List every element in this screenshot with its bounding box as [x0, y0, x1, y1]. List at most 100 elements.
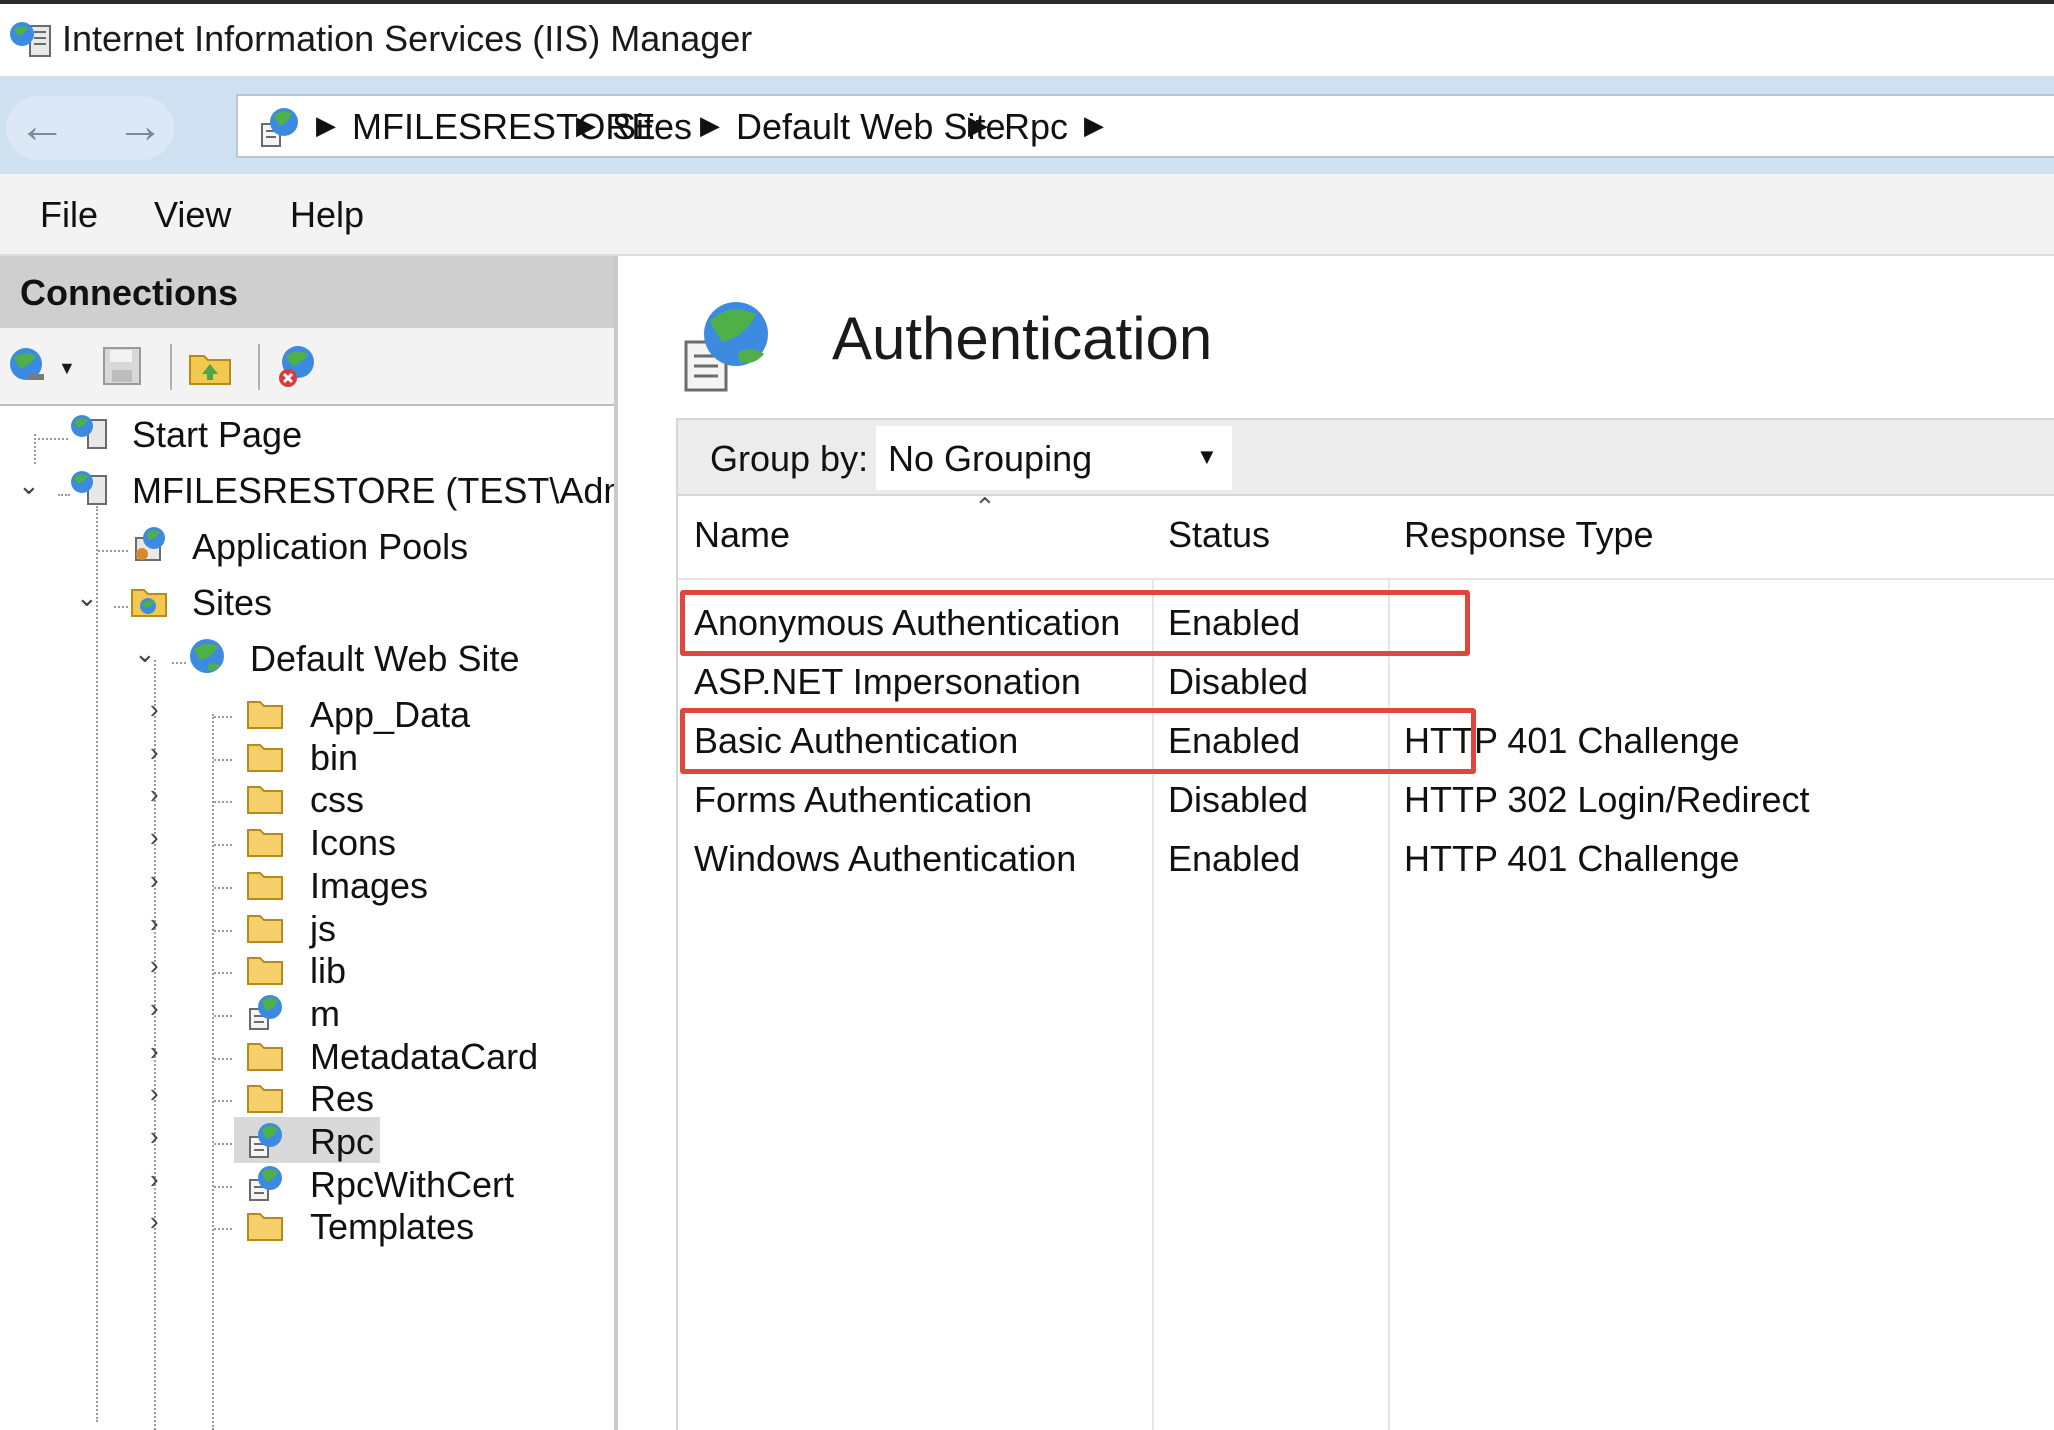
tree-connector: [214, 1100, 232, 1103]
row-response-type: HTTP 401 Challenge: [1404, 838, 1740, 879]
tree-item-images[interactable]: › Images: [0, 865, 614, 907]
folder-icon: [247, 743, 283, 772]
chevron-down-icon[interactable]: ⌄: [134, 638, 156, 669]
chevron-right-icon[interactable]: ▶: [576, 110, 596, 141]
chevron-down-icon[interactable]: ⌄: [18, 470, 40, 501]
column-header-name[interactable]: Name: [694, 514, 790, 556]
tree-item-application-pools[interactable]: Application Pools: [0, 526, 614, 574]
back-arrow-icon[interactable]: ←: [12, 102, 72, 152]
authentication-icon: [684, 302, 768, 392]
folder-icon: [247, 701, 283, 729]
tree-item-icons[interactable]: › Icons: [0, 822, 614, 864]
chevron-right-icon[interactable]: ›: [150, 822, 159, 853]
window-title: Internet Information Services (IIS) Mana…: [62, 18, 753, 59]
table-row[interactable]: Basic Authentication Enabled HTTP 401 Chal…: [678, 708, 2054, 774]
row-status: Enabled: [1168, 838, 1301, 879]
chevron-right-icon[interactable]: ›: [150, 908, 159, 939]
forward-arrow-icon[interactable]: →: [110, 102, 170, 152]
chevron-down-icon[interactable]: ⌄: [76, 582, 98, 613]
column-header-status[interactable]: Status: [1168, 514, 1270, 556]
connections-header: Connections: [0, 256, 614, 328]
connect-icon[interactable]: [6, 342, 54, 390]
authentication-list: ⌃ Name Status Response Type Anonymous Au…: [676, 492, 2054, 1430]
chevron-down-icon[interactable]: ▼: [1196, 444, 1218, 470]
iis-manager-icon: [10, 22, 51, 57]
column-header-row: ⌃ Name Status Response Type: [678, 492, 2054, 580]
chevron-right-icon[interactable]: ›: [150, 1121, 159, 1152]
web-app-icon: [249, 1165, 282, 1201]
menu-file[interactable]: File: [40, 194, 98, 236]
row-name: Windows Authentication: [694, 838, 1077, 879]
table-row[interactable]: ASP.NET Impersonation Disabled: [678, 651, 2054, 709]
tree-connector: [214, 886, 232, 889]
tree-connector: [34, 438, 68, 440]
highlight-box: [680, 590, 1470, 656]
tree-item-server[interactable]: ⌄ MFILESRESTORE (TEST\Admin: [0, 470, 614, 518]
tree-item-app-data[interactable]: › App_Data: [0, 694, 614, 736]
chevron-right-icon[interactable]: ›: [150, 737, 159, 768]
chevron-right-icon[interactable]: ›: [150, 1164, 159, 1195]
breadcrumb[interactable]: ▶ MFILESRESTORE ▶ Sites ▶ Default Web Si…: [236, 94, 2054, 158]
connections-toolbar: ▼: [0, 328, 614, 406]
breadcrumb-rpc[interactable]: Rpc: [1004, 106, 1068, 148]
tree-item-res[interactable]: › Res: [0, 1078, 614, 1120]
tree-item-bin[interactable]: › bin: [0, 737, 614, 779]
chevron-right-icon[interactable]: ›: [150, 865, 159, 896]
breadcrumb-sites[interactable]: Sites: [612, 106, 692, 148]
table-row[interactable]: Anonymous Authentication Enabled: [678, 590, 2054, 656]
table-row[interactable]: Windows Authentication Enabled HTTP 401 Ch…: [678, 828, 2054, 886]
chevron-right-icon[interactable]: ▶: [968, 110, 988, 141]
chevron-right-icon[interactable]: ›: [150, 694, 159, 725]
column-header-response-type[interactable]: Response Type: [1404, 514, 1654, 556]
breadcrumb-default-web-site[interactable]: Default Web Site: [736, 106, 1005, 148]
tree-item-lib[interactable]: › lib: [0, 950, 614, 992]
menu-help[interactable]: Help: [290, 194, 364, 236]
tree-item-start-page[interactable]: Start Page: [0, 414, 614, 462]
tree-item-metadatacard[interactable]: › MetadataCard: [0, 1036, 614, 1078]
chevron-right-icon[interactable]: ›: [150, 993, 159, 1024]
disconnect-icon[interactable]: [274, 342, 322, 390]
chevron-right-icon[interactable]: ›: [150, 1206, 159, 1237]
feature-view: Authentication Group by: No Grouping ▼ ⌃…: [638, 256, 2054, 1430]
group-by-bar: Group by: No Grouping ▼: [676, 418, 2054, 496]
menu-view[interactable]: View: [154, 194, 231, 236]
chevron-down-icon[interactable]: ▼: [58, 358, 76, 379]
save-icon[interactable]: [98, 342, 146, 390]
tree-connector: [214, 1185, 232, 1188]
highlight-box: [680, 708, 1476, 774]
start-page-icon: [71, 415, 107, 449]
table-row[interactable]: Forms Authentication Disabled HTTP 302 Log…: [678, 769, 2054, 827]
tree-item-rpc[interactable]: › Rpc: [0, 1117, 614, 1163]
tree-connector: [214, 1143, 232, 1145]
tree-item-templates[interactable]: › Templates: [0, 1206, 614, 1248]
chevron-right-icon[interactable]: ›: [150, 950, 159, 981]
group-by-dropdown[interactable]: No Grouping ▼: [876, 426, 1232, 490]
chevron-right-icon[interactable]: ›: [150, 1036, 159, 1067]
application-pools-icon: [135, 527, 165, 561]
connections-panel: Connections ▼ Start Page ⌄ MFILESRESTORE…: [0, 256, 618, 1430]
web-app-icon: [249, 1123, 282, 1158]
up-folder-icon[interactable]: [186, 342, 234, 390]
group-by-value: No Grouping: [888, 438, 1093, 479]
row-response-type: HTTP 302 Login/Redirect: [1404, 779, 1810, 820]
folder-icon: [247, 1042, 283, 1071]
tree-connector: [214, 1014, 232, 1017]
tree-connector: [214, 929, 232, 932]
chevron-right-icon[interactable]: ›: [150, 779, 159, 810]
tree-item-m[interactable]: › m: [0, 993, 614, 1035]
chevron-right-icon[interactable]: ▶: [700, 110, 720, 141]
row-name: Forms Authentication: [694, 779, 1033, 820]
chevron-right-icon[interactable]: ›: [150, 1078, 159, 1109]
chevron-right-icon[interactable]: ▶: [1084, 110, 1104, 141]
page-title: Authentication: [832, 305, 1213, 372]
breadcrumb-server[interactable]: MFILESRESTORE: [352, 106, 655, 148]
tree-item-js[interactable]: › js: [0, 908, 614, 950]
tree-item-rpcwithcert[interactable]: › RpcWithCert: [0, 1164, 614, 1206]
tree-item-css[interactable]: › css: [0, 779, 614, 821]
tree-connector: [214, 758, 232, 761]
tree-item-sites[interactable]: ⌄ Sites: [0, 582, 614, 630]
tree-item-default-web-site[interactable]: ⌄ Default Web Site: [0, 638, 614, 686]
tree-connector: [214, 1057, 232, 1060]
address-bar: ← → ▶ MFILESRESTORE ▶ Sites ▶ Default We…: [0, 76, 2054, 174]
chevron-right-icon[interactable]: ▶: [316, 110, 336, 141]
